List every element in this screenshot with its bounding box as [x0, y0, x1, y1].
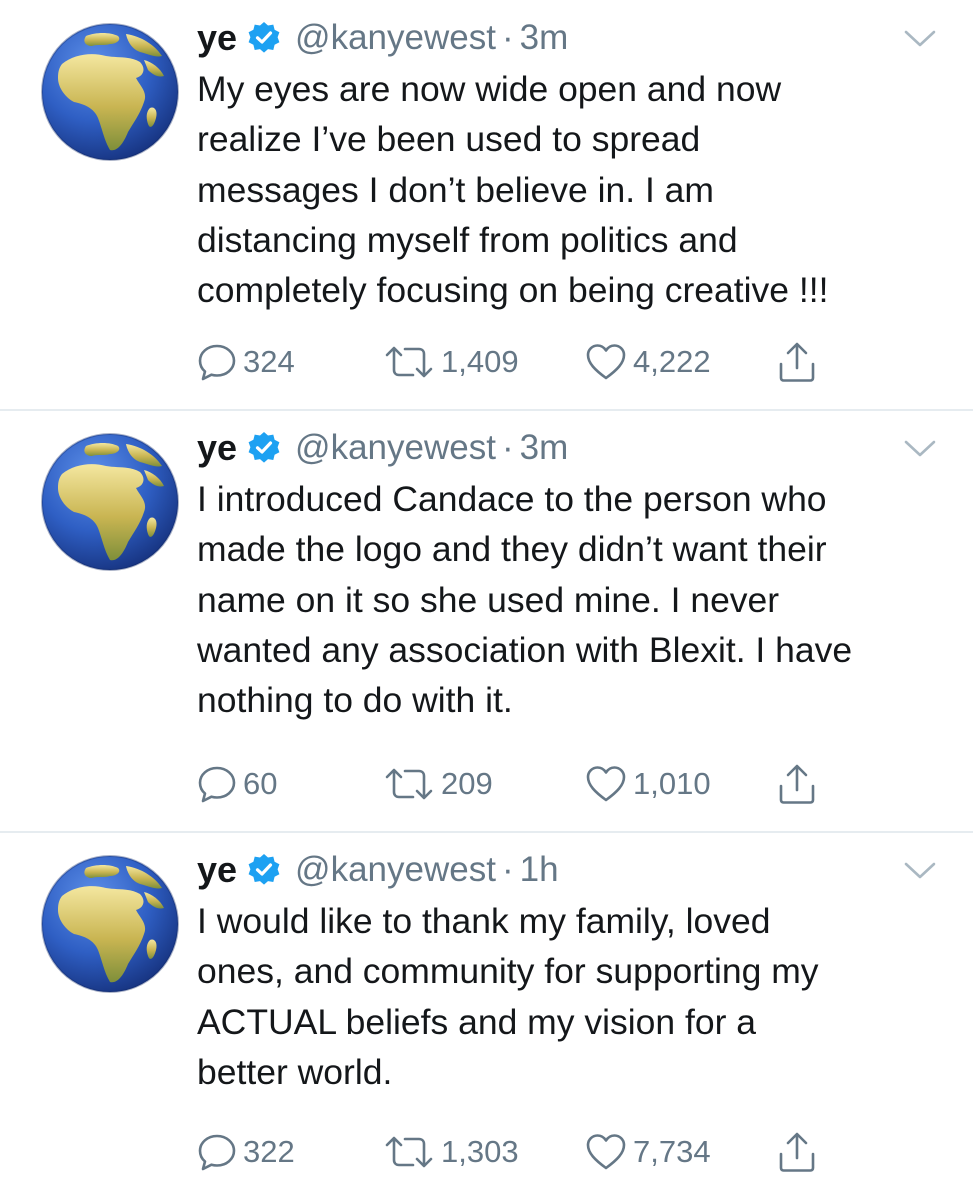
verified-badge-icon [247, 431, 281, 465]
tweet[interactable]: ye @kanyewest · 3m I introduced Candace … [0, 410, 973, 832]
tweet-header: ye @kanyewest · 3m [197, 15, 568, 61]
share-button[interactable] [775, 340, 819, 384]
tweet-actions: 324 1,409 4,222 [197, 340, 837, 384]
share-button[interactable] [775, 762, 819, 806]
share-icon [779, 342, 815, 382]
retweet-icon [385, 346, 433, 378]
tweet[interactable]: ye @kanyewest · 3m My eyes are now wide … [0, 0, 973, 410]
tweet[interactable]: ye @kanyewest · 1h I would like to thank… [0, 832, 973, 1200]
globe-africa-icon [41, 855, 179, 993]
display-name[interactable]: ye [197, 427, 237, 469]
reply-count: 322 [243, 1134, 295, 1169]
like-count: 4,222 [633, 344, 711, 379]
reply-count: 60 [243, 766, 278, 801]
avatar[interactable] [40, 854, 180, 994]
display-name[interactable]: ye [197, 849, 237, 891]
tweet-text: My eyes are now wide open and now realiz… [197, 69, 829, 311]
share-icon [779, 1132, 815, 1172]
separator-dot: · [501, 850, 514, 889]
like-button[interactable]: 4,222 [585, 340, 711, 384]
retweet-count: 1,303 [441, 1134, 519, 1169]
heart-icon [586, 344, 626, 380]
retweet-count: 209 [441, 766, 493, 801]
like-button[interactable]: 7,734 [585, 1130, 711, 1174]
user-handle[interactable]: @kanyewest [295, 850, 496, 890]
heart-icon [586, 766, 626, 802]
separator-dot: · [501, 428, 514, 467]
user-handle[interactable]: @kanyewest [295, 18, 496, 58]
reply-icon [198, 344, 236, 381]
reply-button[interactable]: 60 [197, 762, 277, 806]
share-icon [779, 764, 815, 804]
avatar[interactable] [40, 432, 180, 572]
share-button[interactable] [775, 1130, 819, 1174]
timestamp[interactable]: 3m [520, 428, 569, 468]
reply-button[interactable]: 324 [197, 340, 295, 384]
chevron-down-icon[interactable] [903, 860, 937, 882]
like-count: 7,734 [633, 1134, 711, 1169]
globe-africa-icon [41, 23, 179, 161]
display-name[interactable]: ye [197, 17, 237, 59]
verified-badge-icon [247, 21, 281, 55]
avatar[interactable] [40, 22, 180, 162]
globe-africa-icon [41, 433, 179, 571]
chevron-down-icon[interactable] [903, 28, 937, 50]
retweet-count: 1,409 [441, 344, 519, 379]
like-count: 1,010 [633, 766, 711, 801]
tweet-actions: 322 1,303 7,734 [197, 1130, 837, 1174]
tweet-actions: 60 209 1,010 [197, 762, 837, 806]
timestamp[interactable]: 3m [520, 18, 569, 58]
tweet-feed: ye @kanyewest · 3m My eyes are now wide … [0, 0, 973, 1200]
retweet-button[interactable]: 209 [383, 762, 493, 806]
timestamp[interactable]: 1h [520, 850, 559, 890]
chevron-down-icon[interactable] [903, 438, 937, 460]
tweet-header: ye @kanyewest · 3m [197, 425, 568, 471]
verified-badge-icon [247, 853, 281, 887]
tweet-header: ye @kanyewest · 1h [197, 847, 559, 893]
user-handle[interactable]: @kanyewest [295, 428, 496, 468]
retweet-button[interactable]: 1,409 [383, 340, 519, 384]
retweet-icon [385, 768, 433, 800]
retweet-button[interactable]: 1,303 [383, 1130, 519, 1174]
separator-dot: · [501, 18, 514, 57]
tweet-text: I introduced Candace to the person who m… [197, 479, 853, 721]
heart-icon [586, 1134, 626, 1170]
reply-button[interactable]: 322 [197, 1130, 295, 1174]
tweet-text: I would like to thank my family, loved o… [197, 901, 819, 1092]
reply-count: 324 [243, 344, 295, 379]
retweet-icon [385, 1136, 433, 1168]
reply-icon [198, 766, 236, 803]
reply-icon [198, 1134, 236, 1171]
like-button[interactable]: 1,010 [585, 762, 711, 806]
